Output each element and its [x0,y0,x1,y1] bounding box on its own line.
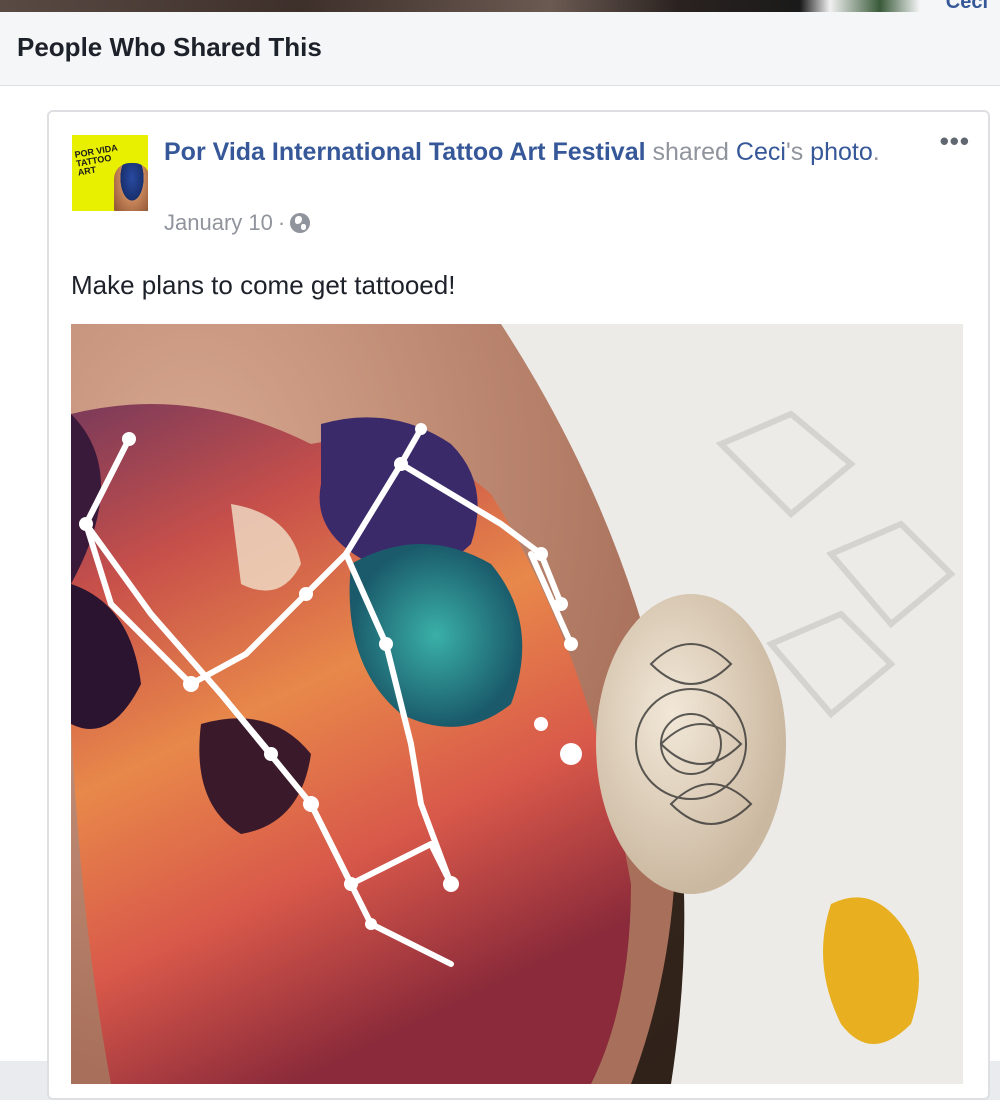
tattoo-photo-image [71,324,963,1084]
dialog-body[interactable]: POR VIDA TATTOO ART Por Vida Internation… [0,86,1000,1100]
background-page-text: Ceci [945,0,988,12]
meta-separator: · [277,210,286,235]
post-date-link[interactable]: January 10 [164,210,273,236]
owner-suffix: 's [785,138,804,166]
page-name-link[interactable]: Por Vida International Tattoo Art Festiv… [164,138,646,166]
owner-name-link[interactable]: Ceci [736,138,786,166]
shared-post-card: POR VIDA TATTOO ART Por Vida Internation… [47,110,990,1100]
post-meta: January 10 · [164,210,311,236]
post-header: Por Vida International Tattoo Art Festiv… [164,134,904,170]
post-body-text: Make plans to come get tattooed! [71,270,456,300]
background-page-strip: Ceci [0,0,1000,12]
more-options-icon[interactable]: ••• [940,126,970,157]
globe-icon[interactable] [290,213,311,233]
header-period: . [872,138,880,166]
dialog-header: People Who Shared This [0,12,1000,86]
photo-link[interactable]: photo [810,138,873,166]
shared-label: shared [652,138,729,166]
dialog-title: People Who Shared This [17,32,322,62]
post-photo[interactable] [71,324,963,1084]
page-avatar[interactable]: POR VIDA TATTOO ART [72,135,148,211]
avatar-figure [114,163,148,211]
